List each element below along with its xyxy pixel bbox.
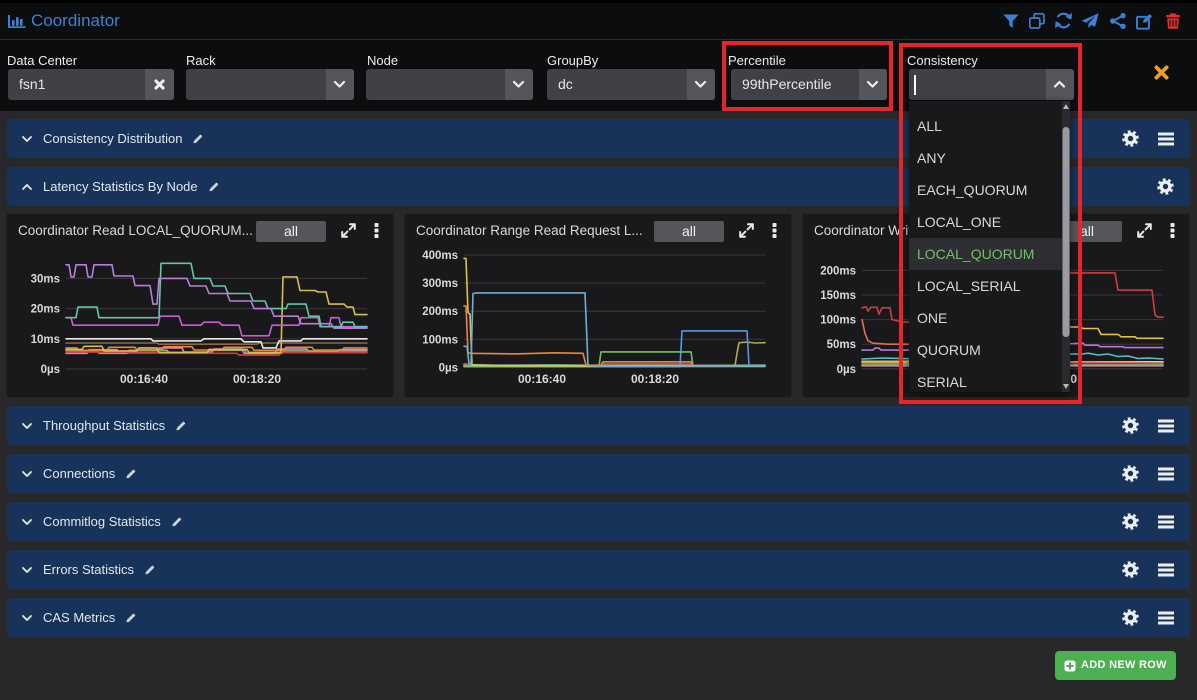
svg-text:20ms: 20ms bbox=[31, 304, 60, 316]
svg-text:00:16:40: 00:16:40 bbox=[120, 372, 168, 386]
svg-text:0µs: 0µs bbox=[41, 364, 60, 376]
svg-text:0µs: 0µs bbox=[837, 364, 856, 376]
svg-text:0µs: 0µs bbox=[439, 362, 458, 374]
svg-text:300ms: 300ms bbox=[422, 278, 458, 290]
svg-text:10ms: 10ms bbox=[31, 334, 60, 346]
svg-text:150ms: 150ms bbox=[820, 290, 856, 302]
svg-text:400ms: 400ms bbox=[422, 250, 458, 262]
svg-text:100ms: 100ms bbox=[820, 315, 856, 327]
svg-text:200ms: 200ms bbox=[422, 306, 458, 318]
svg-text:00:16:40: 00:16:40 bbox=[518, 372, 566, 386]
svg-text:200ms: 200ms bbox=[820, 265, 856, 277]
svg-text:50ms: 50ms bbox=[827, 339, 856, 351]
svg-text:30ms: 30ms bbox=[31, 273, 60, 285]
svg-text:00:18:20: 00:18:20 bbox=[233, 372, 281, 386]
svg-text:00:18:20: 00:18:20 bbox=[631, 372, 679, 386]
svg-text:100ms: 100ms bbox=[422, 334, 458, 346]
